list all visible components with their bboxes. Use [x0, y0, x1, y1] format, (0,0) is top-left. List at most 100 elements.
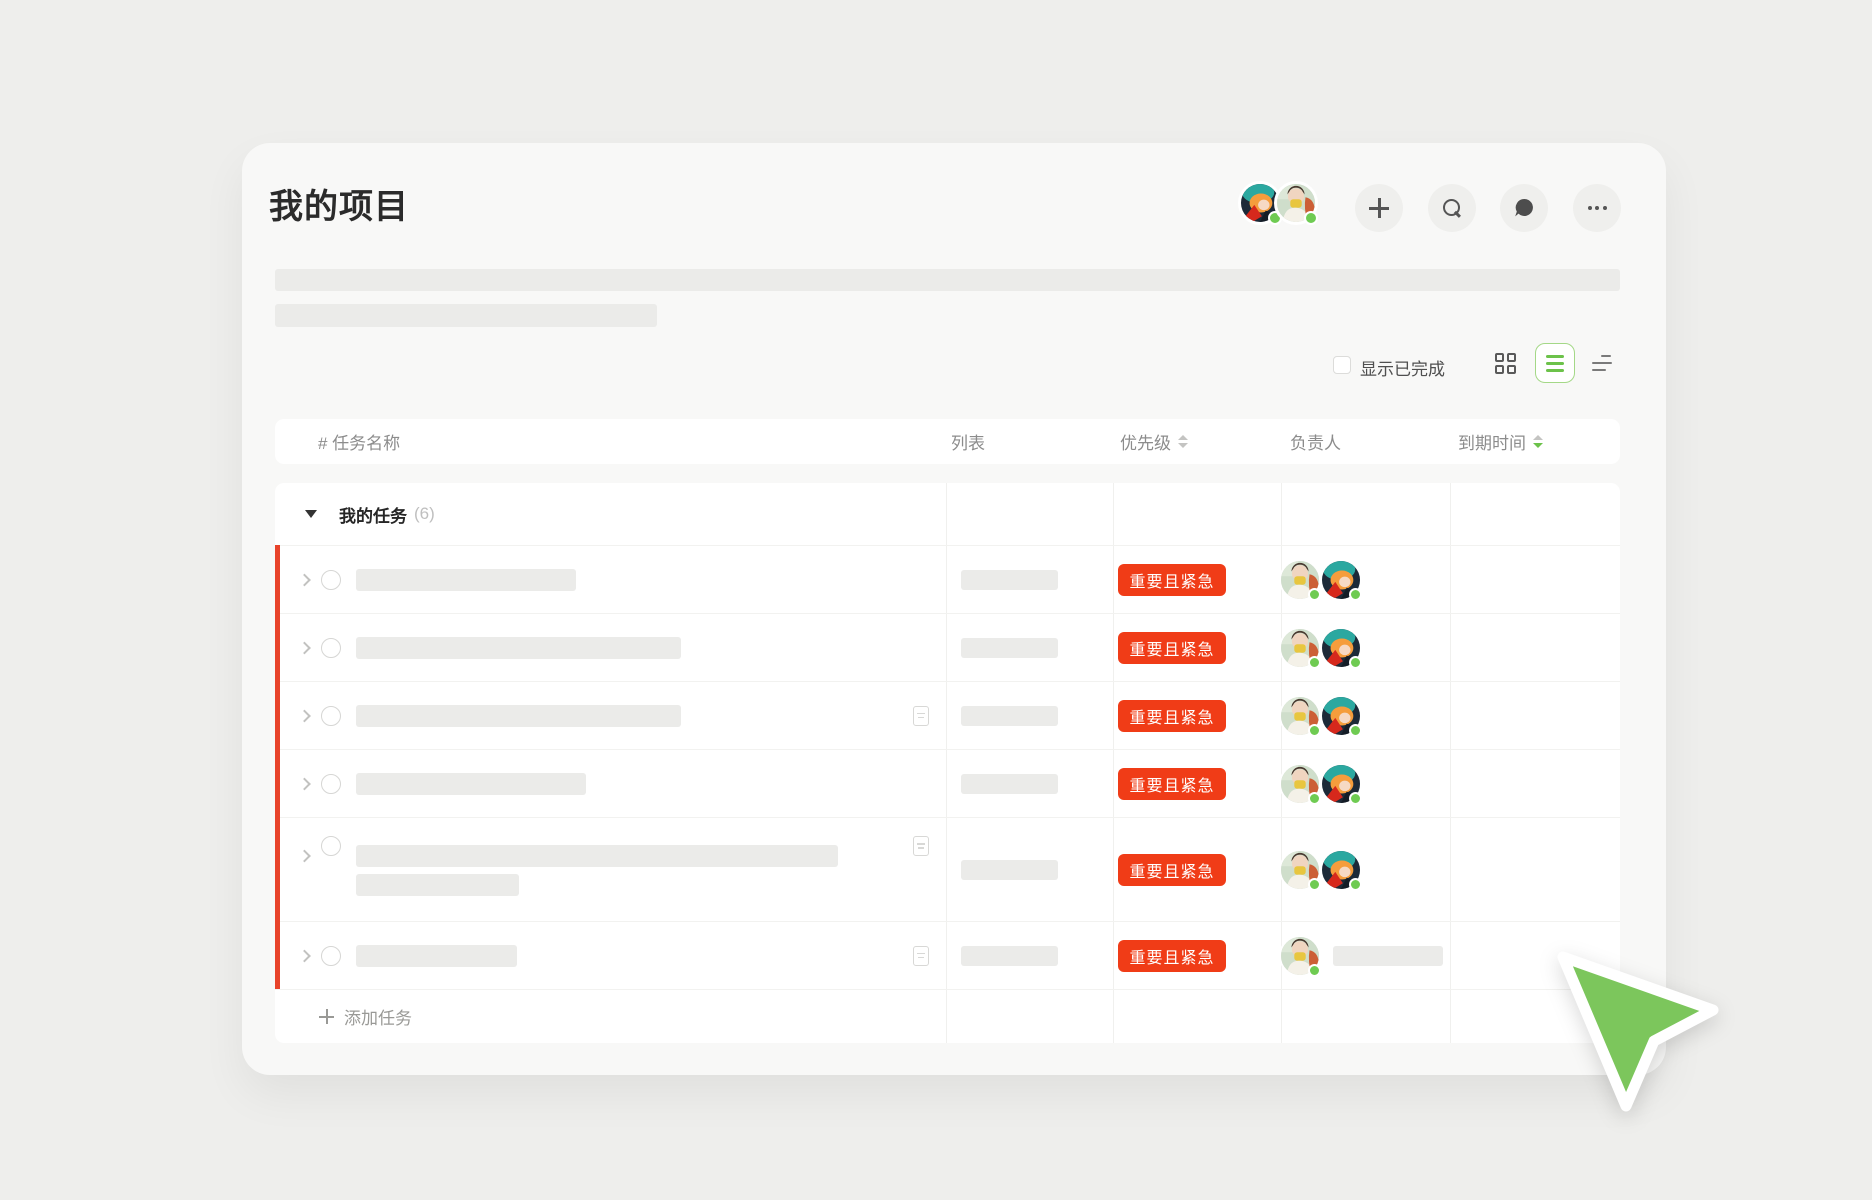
complete-task-circle[interactable] [321, 706, 341, 726]
list-view-icon [1546, 355, 1564, 372]
group-label: 我的任务 [339, 502, 407, 527]
complete-task-circle[interactable] [321, 638, 341, 658]
task-row[interactable]: 重要且紧急 [275, 681, 1620, 749]
assignee-avatars[interactable] [1279, 763, 1362, 805]
task-title-skeleton [356, 945, 517, 967]
show-completed-checkbox[interactable] [1333, 356, 1351, 374]
list-cell-skeleton [961, 570, 1058, 590]
chat-icon [1513, 197, 1535, 219]
user-avatar-baby[interactable] [1279, 695, 1321, 737]
online-status-dot [1308, 964, 1321, 977]
user-avatar-baby[interactable] [1274, 181, 1318, 225]
priority-badge[interactable]: 重要且紧急 [1118, 700, 1226, 732]
task-row[interactable]: 重要且紧急 [275, 749, 1620, 817]
chat-button[interactable] [1500, 184, 1548, 232]
expand-chevron-icon[interactable] [298, 573, 311, 586]
group-count: (6) [414, 504, 435, 524]
expand-chevron-icon[interactable] [298, 709, 311, 722]
sort-icon-active-desc[interactable] [1533, 435, 1543, 448]
more-icon [1588, 206, 1607, 210]
user-avatar-baby[interactable] [1279, 763, 1321, 805]
add-button[interactable] [1355, 184, 1403, 232]
priority-badge[interactable]: 重要且紧急 [1118, 940, 1226, 972]
page-title: 我的项目 [269, 179, 409, 228]
priority-badge[interactable]: 重要且紧急 [1118, 768, 1226, 800]
custom-view-icon [1592, 355, 1612, 372]
more-button[interactable] [1573, 184, 1621, 232]
task-title-skeleton [356, 569, 576, 591]
expand-chevron-icon[interactable] [298, 949, 311, 962]
note-icon [913, 946, 929, 966]
assignee-avatars[interactable] [1279, 935, 1321, 977]
complete-task-circle[interactable] [321, 836, 341, 856]
task-title-skeleton [356, 874, 519, 896]
online-status-dot [1308, 878, 1321, 891]
expand-chevron-icon[interactable] [298, 850, 311, 863]
task-title-skeleton [356, 637, 681, 659]
assignee-avatars[interactable] [1279, 849, 1362, 891]
expand-chevron-icon[interactable] [298, 777, 311, 790]
sort-icon[interactable] [1178, 435, 1188, 448]
priority-badge[interactable]: 重要且紧急 [1118, 854, 1226, 886]
custom-view-button[interactable] [1582, 343, 1622, 383]
list-cell-skeleton [961, 774, 1058, 794]
user-avatar-anime[interactable] [1320, 559, 1362, 601]
online-status-dot [1304, 211, 1318, 225]
expand-chevron-icon[interactable] [298, 641, 311, 654]
priority-badge[interactable]: 重要且紧急 [1118, 632, 1226, 664]
user-avatar-baby[interactable] [1279, 559, 1321, 601]
assignee-avatars[interactable] [1279, 627, 1362, 669]
online-status-dot [1308, 588, 1321, 601]
online-status-dot [1349, 656, 1362, 669]
search-button[interactable] [1428, 184, 1476, 232]
user-avatar-baby[interactable] [1279, 849, 1321, 891]
online-status-dot [1308, 724, 1321, 737]
column-header-priority[interactable]: 优先级 [1120, 419, 1188, 464]
complete-task-circle[interactable] [321, 570, 341, 590]
user-avatar-anime[interactable] [1320, 849, 1362, 891]
green-cursor-pointer [1540, 930, 1770, 1140]
assignee-name-skeleton [1333, 946, 1443, 966]
board-view-button[interactable] [1485, 343, 1525, 383]
board-view-icon [1495, 353, 1516, 374]
task-table: 我的任务 (6) 重要且紧急 重要且紧急 [275, 483, 1620, 1043]
user-avatar-anime[interactable] [1320, 695, 1362, 737]
priority-badge[interactable]: 重要且紧急 [1118, 564, 1226, 596]
column-header-list[interactable]: 列表 [951, 419, 985, 464]
online-status-dot [1349, 878, 1362, 891]
user-avatar-baby[interactable] [1279, 935, 1321, 977]
list-view-button-active[interactable] [1535, 343, 1575, 383]
add-task-row[interactable]: 添加任务 [275, 989, 1620, 1043]
add-task-label: 添加任务 [344, 1004, 412, 1029]
task-row[interactable]: 重要且紧急 [275, 921, 1620, 989]
user-avatar-anime[interactable] [1320, 763, 1362, 805]
task-row[interactable]: 重要且紧急 [275, 613, 1620, 681]
online-status-dot [1308, 656, 1321, 669]
task-row[interactable]: 重要且紧急 [275, 545, 1620, 613]
description-skeleton-bar [275, 269, 1620, 291]
complete-task-circle[interactable] [321, 774, 341, 794]
task-title-skeleton [356, 773, 586, 795]
complete-task-circle[interactable] [321, 946, 341, 966]
task-row[interactable]: 重要且紧急 [275, 817, 1620, 921]
list-cell-skeleton [961, 706, 1058, 726]
search-icon [1442, 198, 1462, 218]
user-avatar-anime[interactable] [1320, 627, 1362, 669]
list-cell-skeleton [961, 860, 1058, 880]
assignee-avatars[interactable] [1279, 559, 1362, 601]
assignee-avatars[interactable] [1279, 695, 1362, 737]
online-status-dot [1349, 792, 1362, 805]
column-header-due-date[interactable]: 到期时间 [1458, 419, 1543, 464]
collapse-triangle-icon[interactable] [305, 510, 317, 518]
list-cell-skeleton [961, 946, 1058, 966]
description-skeleton-bar [275, 304, 657, 327]
project-card: 我的项目 显示已完成 # 任务名称 列表 [242, 143, 1666, 1075]
member-avatars[interactable] [1238, 181, 1318, 225]
note-icon [913, 836, 929, 856]
task-group-header[interactable]: 我的任务 (6) [275, 483, 1620, 545]
column-header-assignee[interactable]: 负责人 [1290, 419, 1341, 464]
column-header-task-name[interactable]: # 任务名称 [318, 419, 400, 464]
task-title-skeleton [356, 705, 681, 727]
user-avatar-baby[interactable] [1279, 627, 1321, 669]
task-title-skeleton [356, 845, 838, 867]
